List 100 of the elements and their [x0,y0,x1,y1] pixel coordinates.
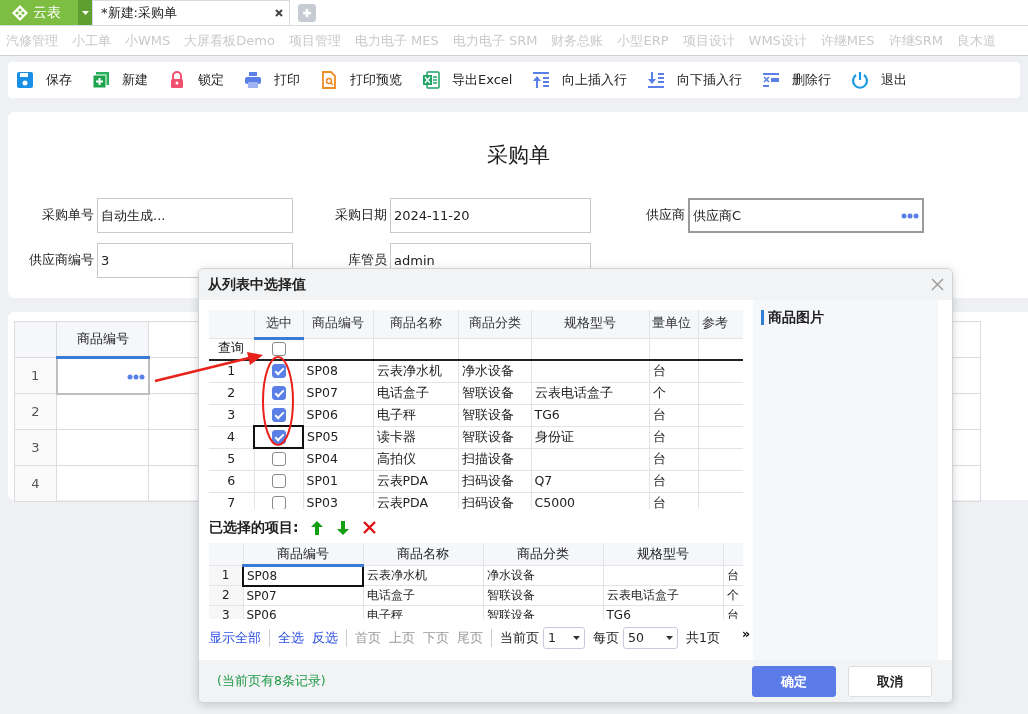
delete-icon [362,521,376,534]
table-cell: 台 [649,470,698,492]
field-label: 采购单号 [41,206,95,224]
table-cell: 身份证 [531,426,649,448]
table-cell: SP04 [303,448,373,470]
toolbar-button[interactable]: 打印 [244,70,300,90]
table-cell: 电话盒子 [373,382,458,404]
insert-below-icon [647,71,666,89]
form-title: 采购单 [485,142,551,169]
row-number: 7 [209,492,254,509]
table-cell: TG6 [531,404,649,426]
table-cell: 云表电话盒子 [603,585,723,605]
table-cell: 读卡器 [373,426,458,448]
checkbox[interactable] [271,386,286,401]
save-icon [16,71,34,89]
pager-link[interactable]: 全选 [278,628,304,648]
column-header: 商品名称 [373,310,458,338]
table-cell: SP08 [303,360,373,382]
toolbar-button[interactable]: 向上插入行 [532,70,628,90]
field-label: 供应商编号 [28,251,95,269]
checkbox[interactable] [271,452,286,467]
move-up-button[interactable] [310,520,323,535]
power-icon [851,71,870,89]
row-number: 5 [209,448,254,470]
field-label: 供应商 [645,206,686,224]
table-cell: 台 [649,404,698,426]
toolbar-button[interactable]: 退出 [851,70,908,90]
page-select[interactable]: 1 [543,627,585,649]
table-cell: 高拍仪 [373,448,458,470]
caret-icon [81,10,89,15]
print-preview-icon [320,71,338,89]
input-field[interactable]: 2024-11-20 [390,198,591,233]
table-cell: 智联设备 [458,426,531,448]
table-cell: SP01 [303,470,373,492]
page-select[interactable]: 50 [623,627,678,649]
table-cell: 扫码设备 [458,470,531,492]
column-header: 商品分类 [483,543,603,565]
toolbar-button[interactable]: 锁定 [168,70,224,90]
column-header: 商品分类 [458,310,531,338]
pager-label: 当前页 [500,628,539,647]
table-cell: SP06 [243,605,363,619]
table-cell: 智联设备 [458,382,531,404]
table-cell: 个 [649,382,698,404]
input-field[interactable]: 自动生成... [97,198,293,233]
close-icon [275,9,283,17]
row-number: 3 [209,404,254,426]
more-button[interactable]: » [741,624,751,644]
remove-button[interactable] [362,521,376,534]
checkbox[interactable] [271,474,286,489]
pager-label: 每页 [593,628,619,647]
table-cell: 电子秤 [373,404,458,426]
checkbox[interactable] [271,430,286,445]
tab-label: *新建:采购单 [101,4,177,23]
table-cell: C5000 [531,492,649,509]
toolbar-button[interactable]: 删除行 [762,70,832,90]
panel-title: 商品图片 [761,310,930,325]
active-cell[interactable] [56,357,149,394]
tab[interactable]: *新建:采购单 [92,0,290,25]
row-number: 6 [209,470,254,492]
table-cell: 云表净水机 [373,360,458,382]
insert-above-icon [532,71,551,89]
toolbar-button[interactable]: 保存 [16,70,72,90]
table-cell: 智联设备 [483,585,603,605]
field-label: 采购日期 [334,206,388,224]
delete-row-icon [762,71,781,89]
table-cell: 云表净水机 [363,565,483,586]
toolbar-button[interactable]: 打印预览 [320,70,402,90]
table-cell: TG6 [603,605,723,619]
checkbox[interactable] [271,407,286,422]
toolbar-button[interactable]: 向下插入行 [647,70,743,90]
move-down-button[interactable] [336,520,349,535]
dropdown-button[interactable] [78,0,92,25]
row-number: 4 [14,465,57,502]
cancel-button[interactable]: 取消 [848,666,932,697]
add-document-icon [92,71,110,89]
printer-icon [244,71,262,89]
toolbar-button[interactable]: 新建 [92,70,148,90]
toolbar-button[interactable]: 导出Excel [422,70,513,90]
table-cell: SP05 [303,426,373,448]
table-cell: 台 [649,360,698,382]
lock-icon [168,71,186,89]
input-field[interactable]: 供应商C [688,198,924,233]
row-number: 2 [209,382,254,404]
table-cell: SP08 [243,565,363,586]
section-title: 已选择的项目: [209,518,299,537]
arrow-down-icon [336,520,349,535]
checkbox[interactable] [271,496,286,509]
confirm-button[interactable]: 确定 [752,666,836,697]
table-cell: 云表PDA [373,492,458,509]
checkbox[interactable] [271,364,286,379]
pager-link[interactable]: 显示全部 [209,628,261,648]
caret-icon [666,636,673,640]
field-label: 库管员 [347,251,388,269]
column-header: 商品名称 [363,543,483,565]
checkbox[interactable] [271,342,286,357]
logo-icon [12,4,28,21]
column-header: 规格型号 [531,310,649,338]
close-button[interactable] [931,278,944,291]
table-cell: 电话盒子 [363,585,483,605]
pager-link[interactable]: 反选 [312,628,338,648]
